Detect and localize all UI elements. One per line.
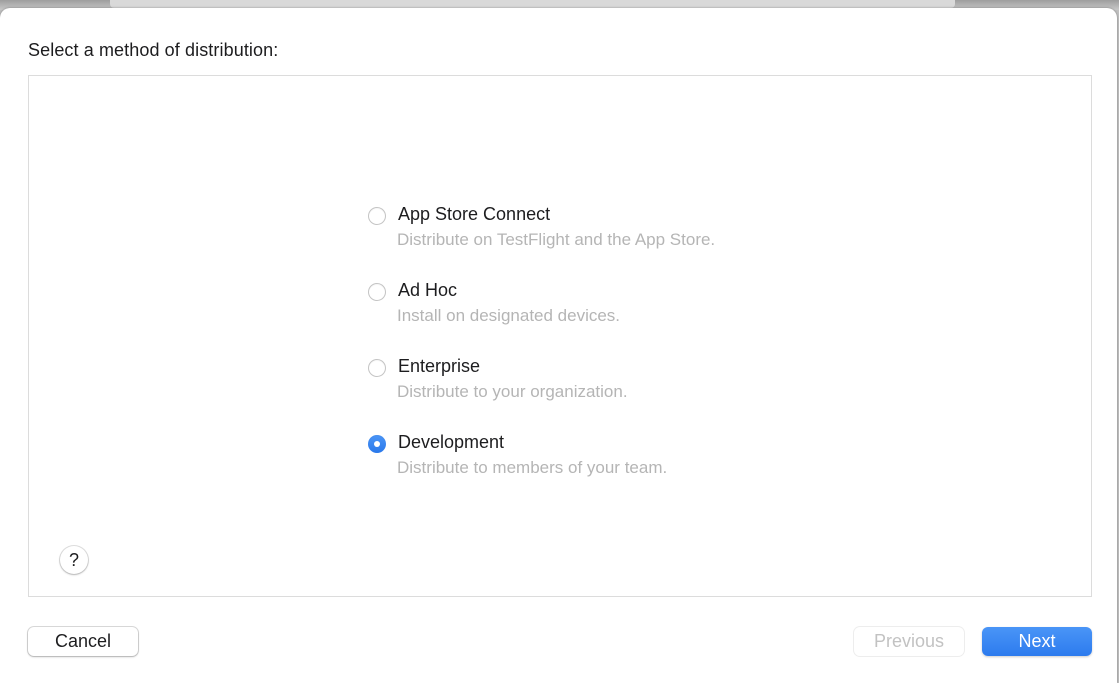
radio-app-store-connect[interactable] (368, 207, 386, 225)
radio-enterprise[interactable] (368, 359, 386, 377)
cancel-button[interactable]: Cancel (28, 627, 138, 656)
option-description: Distribute to members of your team. (397, 458, 668, 477)
distribution-options-panel: App Store Connect Distribute on TestFlig… (28, 75, 1092, 597)
distribution-sheet: Select a method of distribution: App Sto… (0, 8, 1117, 683)
parent-window-edge (110, 0, 955, 8)
option-description: Install on designated devices. (397, 306, 621, 325)
option-title: App Store Connect (398, 204, 551, 224)
option-description: Distribute to your organization. (397, 382, 628, 401)
radio-development[interactable] (368, 435, 386, 453)
option-title: Development (398, 432, 505, 452)
previous-button[interactable]: Previous (854, 627, 964, 656)
next-button[interactable]: Next (982, 627, 1092, 656)
page-title: Select a method of distribution: (28, 40, 279, 60)
option-title: Enterprise (398, 356, 481, 376)
option-description: Distribute on TestFlight and the App Sto… (397, 230, 716, 249)
help-button[interactable]: ? (60, 546, 88, 574)
radio-ad-hoc[interactable] (368, 283, 386, 301)
option-title: Ad Hoc (398, 280, 458, 300)
